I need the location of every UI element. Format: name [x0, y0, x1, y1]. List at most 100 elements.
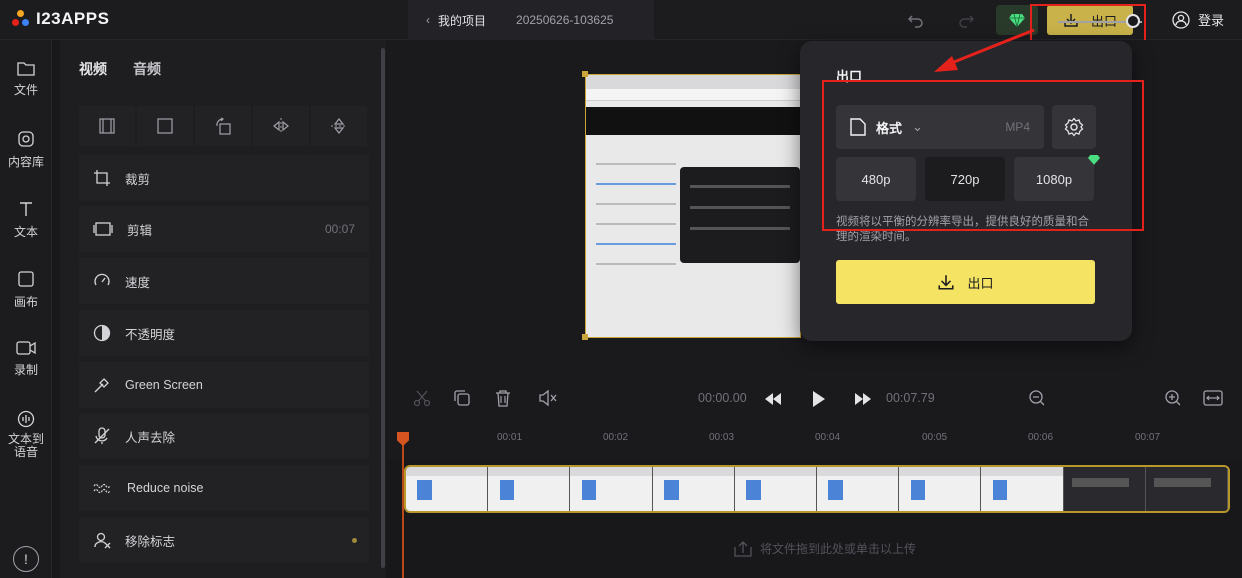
undo-icon[interactable]	[906, 10, 926, 30]
preview-site-header	[586, 107, 800, 135]
library-icon	[18, 131, 34, 147]
rail-item-tts[interactable]: 文本到语音	[0, 410, 52, 459]
tts-icon	[17, 410, 35, 428]
tick-label: 00:02	[603, 432, 629, 443]
fill-icon[interactable]	[137, 106, 193, 146]
diamond-icon	[1009, 13, 1025, 27]
rail-label: 画布	[13, 295, 38, 309]
tool-label: 剪辑	[127, 223, 153, 238]
rail-item-files[interactable]: 文件	[0, 60, 52, 98]
highlight-format-box	[822, 80, 1144, 231]
tool-label: 裁剪	[125, 172, 151, 187]
opacity-icon	[93, 324, 111, 342]
rail-label: 文件	[13, 83, 38, 97]
noise-icon	[93, 483, 111, 494]
preview-dialog	[680, 167, 800, 263]
rail-label: 内容库	[7, 155, 44, 169]
resize-handle[interactable]	[582, 334, 588, 340]
upload-icon	[734, 540, 752, 557]
tool-panel: 视频 音频 裁剪 剪辑 00:07 速度 不透明度 Green Screen 人…	[60, 40, 386, 578]
flip-horizontal-icon[interactable]	[253, 106, 309, 146]
back-to-projects[interactable]: ‹ 我的项目 20250626-103625	[408, 0, 654, 40]
tool-speed[interactable]: 速度	[79, 258, 369, 304]
tool-reduce-noise[interactable]: Reduce noise	[79, 465, 369, 511]
panel-tabs: 视频 音频	[79, 59, 161, 79]
export-button-label: 出口	[967, 275, 994, 291]
rewind-icon[interactable]	[764, 392, 782, 406]
zoom-in-icon[interactable]	[1164, 389, 1182, 407]
transform-icons	[79, 106, 369, 146]
download-icon	[938, 275, 955, 290]
clip-frame	[981, 467, 1064, 511]
tick-label: 00:07	[1135, 432, 1161, 443]
rotate-icon[interactable]	[195, 106, 251, 146]
fast-forward-icon[interactable]	[854, 392, 872, 406]
tool-label: 移除标志	[125, 534, 176, 549]
rail-item-canvas[interactable]: 画布	[0, 270, 52, 310]
tick-label: 00:04	[815, 432, 841, 443]
login-label: 登录	[1198, 13, 1225, 28]
fit-timeline-icon[interactable]	[1203, 389, 1223, 407]
timeline-ruler[interactable]: 00:01 00:02 00:03 00:04 00:05 00:06 00:0…	[387, 420, 1242, 460]
help-button[interactable]: !	[13, 546, 39, 572]
login-button[interactable]: 登录	[1172, 10, 1224, 29]
tick-label: 00:03	[709, 432, 735, 443]
duplicate-icon[interactable]	[453, 389, 471, 407]
text-icon	[20, 202, 32, 216]
resize-handle[interactable]	[582, 71, 588, 77]
rail-item-text[interactable]: 文本	[0, 200, 52, 240]
chevron-left-icon: ‹	[426, 13, 430, 27]
trim-duration: 00:07	[324, 222, 355, 236]
tool-label: 速度	[125, 275, 151, 290]
panel-scrollbar[interactable]	[381, 48, 385, 568]
zoom-out-icon[interactable]	[1028, 389, 1046, 407]
play-icon[interactable]	[811, 389, 827, 409]
tool-trim[interactable]: 剪辑 00:07	[79, 206, 369, 252]
redo-icon[interactable]	[956, 10, 976, 30]
premium-dot	[352, 537, 357, 543]
tool-vocal-remove[interactable]: 人声去除	[79, 413, 369, 459]
tool-opacity[interactable]: 不透明度	[79, 310, 369, 356]
tool-crop[interactable]: 裁剪	[79, 155, 369, 201]
tool-label: 人声去除	[125, 430, 176, 445]
tool-green-screen[interactable]: Green Screen	[79, 362, 369, 408]
export-button[interactable]: 出口	[836, 260, 1095, 304]
chat-icon: !	[24, 551, 28, 567]
clip-frame	[1063, 467, 1146, 511]
clip-frame	[1145, 467, 1228, 511]
tab-audio[interactable]: 音频	[133, 59, 161, 79]
rail-label: 文本	[13, 225, 38, 239]
tick-label: 00:06	[1028, 432, 1054, 443]
canvas-icon	[18, 271, 34, 287]
left-rail: 文件 内容库 文本 画布 录制 文本到语音	[0, 40, 52, 578]
clip-frame	[899, 467, 982, 511]
drop-hint: 将文件拖到此处或单击以上传	[760, 542, 917, 556]
tick-label: 00:01	[497, 432, 523, 443]
fit-icon[interactable]	[79, 106, 135, 146]
eyedropper-icon	[94, 378, 109, 393]
video-track-clip[interactable]	[404, 465, 1230, 513]
rail-item-library[interactable]: 内容库	[0, 130, 52, 170]
remove-logo-icon	[94, 532, 111, 549]
zoom-slider-thumb[interactable]	[1126, 14, 1140, 28]
transport-bar: 00:00.00 00:07.79	[387, 378, 1242, 420]
project-name[interactable]: 20250626-103625	[516, 13, 613, 27]
flip-vertical-icon[interactable]	[311, 106, 367, 146]
annotation-arrow	[934, 28, 1035, 72]
tab-video[interactable]: 视频	[79, 59, 107, 79]
preview-browser-tabs	[586, 75, 800, 89]
tool-label: Green Screen	[125, 378, 203, 392]
clip-frame	[652, 467, 735, 511]
tool-remove-logo[interactable]: 移除标志	[79, 517, 369, 563]
trash-icon[interactable]	[494, 389, 512, 407]
scissors-icon[interactable]	[413, 389, 431, 407]
tool-label: Reduce noise	[127, 481, 204, 495]
video-preview[interactable]	[585, 74, 801, 338]
app-logo[interactable]: I23APPS	[12, 9, 109, 29]
rail-item-record[interactable]: 录制	[0, 340, 52, 378]
preview-address-bar	[586, 89, 800, 101]
trim-icon	[93, 222, 113, 236]
mute-icon[interactable]	[538, 389, 558, 407]
upload-drop-zone[interactable]: 将文件拖到此处或单击以上传	[734, 540, 916, 557]
playhead-line[interactable]	[402, 434, 404, 578]
